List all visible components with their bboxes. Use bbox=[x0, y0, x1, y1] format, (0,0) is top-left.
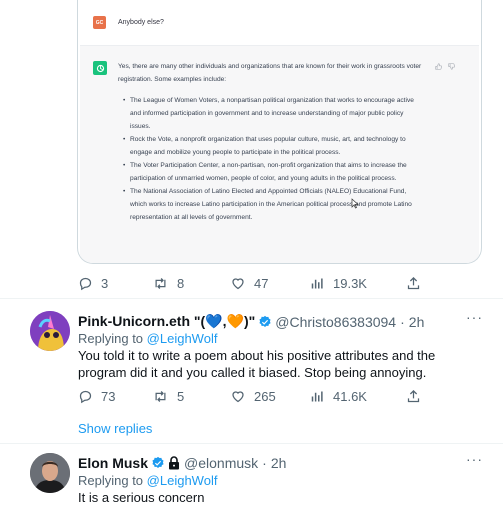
embedded-chatgpt-image[interactable]: GC Anybody else? Yes, there are many oth… bbox=[77, 0, 482, 264]
unicorn-avatar-icon bbox=[30, 311, 70, 351]
thumbs-up-icon bbox=[435, 63, 442, 70]
divider bbox=[0, 298, 503, 299]
author-name[interactable]: Pink-Unicorn.eth "(💙,🧡)" bbox=[78, 313, 255, 330]
mouse-cursor-icon bbox=[351, 198, 359, 209]
more-options-icon[interactable]: ··· bbox=[466, 309, 483, 325]
reply-button[interactable]: 3 bbox=[78, 276, 152, 291]
mention-link[interactable]: @LeighWolf bbox=[147, 331, 218, 346]
reply-count: 73 bbox=[101, 389, 116, 404]
more-options-icon[interactable]: ··· bbox=[466, 451, 483, 467]
replying-to: Replying to @LeighWolf bbox=[78, 331, 217, 346]
retweet-button[interactable]: 5 bbox=[152, 389, 230, 404]
like-button[interactable]: 47 bbox=[230, 276, 310, 291]
elon-avatar-icon bbox=[30, 453, 70, 493]
assistant-list-item: The Voter Participation Center, a non-pa… bbox=[123, 159, 423, 185]
chat-assistant-message: Yes, there are many other individuals an… bbox=[118, 60, 423, 224]
divider bbox=[0, 443, 503, 444]
author-name[interactable]: Elon Musk bbox=[78, 455, 148, 471]
author-handle[interactable]: @Christo86383094 bbox=[275, 314, 396, 330]
reply-count: 3 bbox=[101, 276, 109, 291]
user-avatar: GC bbox=[93, 16, 106, 29]
view-count: 41.6K bbox=[333, 389, 367, 404]
like-count: 265 bbox=[254, 389, 276, 404]
reply-icon bbox=[79, 277, 92, 291]
avatar[interactable] bbox=[30, 311, 70, 351]
chatgpt-logo-icon bbox=[93, 61, 107, 75]
replying-to-label: Replying to bbox=[78, 331, 144, 346]
timestamp[interactable]: 2h bbox=[409, 314, 425, 330]
heart-icon bbox=[232, 391, 244, 403]
main-tweet-action-bar: 3 8 47 19.3K bbox=[78, 276, 421, 291]
assistant-list: The League of Women Voters, a nonpartisa… bbox=[118, 94, 423, 224]
feedback-icons bbox=[435, 63, 455, 70]
like-button[interactable]: 265 bbox=[230, 389, 310, 404]
retweet-button[interactable]: 8 bbox=[152, 276, 230, 291]
like-count: 47 bbox=[254, 276, 269, 291]
retweet-icon bbox=[155, 391, 166, 402]
dot-separator: · bbox=[262, 455, 267, 471]
lock-icon bbox=[168, 456, 180, 470]
reply-icon bbox=[79, 390, 92, 404]
avatar[interactable] bbox=[30, 453, 70, 493]
reply1-header: Pink-Unicorn.eth "(💙,🧡)" @Christo8638309… bbox=[78, 313, 424, 330]
heart-icon bbox=[232, 278, 244, 290]
assistant-list-item: The National Association of Latino Elect… bbox=[123, 185, 423, 224]
share-icon bbox=[407, 389, 420, 403]
verified-badge-icon bbox=[151, 456, 165, 470]
assistant-list-item: Rock the Vote, a nonprofit organization … bbox=[123, 133, 423, 159]
retweet-count: 8 bbox=[177, 276, 185, 291]
tweet-text: You told it to write a poem about his po… bbox=[78, 348, 436, 380]
reply-button[interactable]: 73 bbox=[78, 389, 152, 404]
share-button[interactable] bbox=[406, 276, 421, 291]
share-icon bbox=[407, 276, 420, 290]
thumbs-down-icon bbox=[448, 63, 455, 70]
reply1-action-bar: 73 5 265 41.6K bbox=[78, 389, 421, 404]
replying-to-label: Replying to bbox=[78, 473, 144, 488]
retweet-icon bbox=[155, 278, 166, 289]
replying-to: Replying to @LeighWolf bbox=[78, 473, 217, 488]
chat-assistant-message-row: Yes, there are many other individuals an… bbox=[80, 46, 479, 263]
dot-separator: · bbox=[400, 313, 405, 330]
views-chart-icon bbox=[311, 278, 323, 289]
retweet-count: 5 bbox=[177, 389, 185, 404]
views-chart-icon bbox=[311, 391, 323, 402]
chat-user-message: Anybody else? bbox=[118, 19, 164, 26]
assistant-list-item: The League of Women Voters, a nonpartisa… bbox=[123, 94, 423, 133]
assistant-intro: Yes, there are many other individuals an… bbox=[118, 63, 422, 83]
chat-user-message-row: GC Anybody else? bbox=[80, 0, 479, 46]
mention-link[interactable]: @LeighWolf bbox=[147, 473, 218, 488]
tweet-text: It is a serious concern bbox=[78, 490, 205, 505]
share-button[interactable] bbox=[406, 389, 421, 404]
views-button[interactable]: 41.6K bbox=[310, 389, 406, 404]
reply2-header: Elon Musk @elonmusk · 2h bbox=[78, 455, 286, 471]
show-replies-link[interactable]: Show replies bbox=[78, 421, 152, 436]
verified-badge-icon bbox=[258, 315, 272, 329]
view-count: 19.3K bbox=[333, 276, 367, 291]
author-handle[interactable]: @elonmusk bbox=[184, 455, 258, 471]
views-button[interactable]: 19.3K bbox=[310, 276, 406, 291]
timestamp[interactable]: 2h bbox=[271, 455, 287, 471]
